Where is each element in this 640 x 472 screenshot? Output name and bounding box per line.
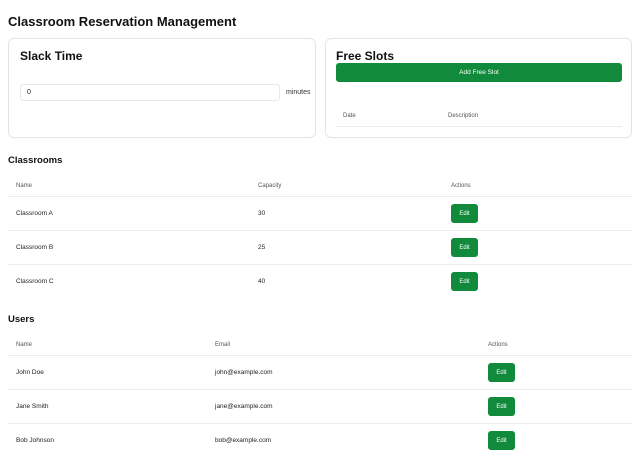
user-email: john@example.com — [215, 369, 273, 376]
free-slots-col-date: Date — [343, 113, 356, 119]
user-email: bob@example.com — [215, 437, 272, 444]
edit-classroom-button[interactable]: Edit — [451, 238, 478, 257]
classrooms-col-actions: Actions — [451, 183, 471, 189]
slack-time-input[interactable] — [20, 84, 280, 101]
user-name: John Doe — [16, 369, 44, 376]
user-email: jane@example.com — [215, 403, 273, 410]
page-title: Classroom Reservation Management — [8, 14, 237, 29]
free-slots-col-description: Description — [448, 113, 479, 119]
classrooms-table-header: Name Capacity Actions — [8, 173, 632, 197]
edit-user-button[interactable]: Edit — [488, 431, 515, 450]
classrooms-col-capacity: Capacity — [258, 183, 282, 189]
table-row: Jane Smith jane@example.com Edit — [8, 390, 632, 424]
edit-user-button[interactable]: Edit — [488, 397, 515, 416]
classroom-capacity: 25 — [258, 244, 266, 251]
table-row: Classroom B 25 Edit — [8, 231, 632, 265]
add-free-slot-button[interactable]: Add Free Slot — [336, 63, 622, 82]
slack-time-unit: minutes — [286, 89, 311, 96]
table-row: Bob Johnson bob@example.com Edit — [8, 424, 632, 458]
classroom-name: Classroom A — [16, 210, 53, 217]
free-slots-title: Free Slots — [336, 49, 395, 63]
users-table-header: Name Email Actions — [8, 332, 632, 356]
edit-classroom-button[interactable]: Edit — [451, 272, 478, 291]
table-row: Classroom C 40 Edit — [8, 265, 632, 299]
users-title: Users — [8, 314, 35, 325]
classrooms-table: Name Capacity Actions Classroom A 30 Edi… — [8, 173, 632, 299]
free-slots-header: Date Description — [336, 103, 622, 127]
classrooms-title: Classrooms — [8, 155, 63, 166]
classroom-name: Classroom B — [16, 244, 54, 251]
slack-time-card: Slack Time minutes — [8, 38, 316, 138]
user-name: Bob Johnson — [16, 437, 54, 444]
users-col-name: Name — [16, 342, 33, 348]
users-col-email: Email — [215, 342, 231, 348]
free-slots-card: Free Slots Add Free Slot Date Descriptio… — [325, 38, 632, 138]
users-table: Name Email Actions John Doe john@example… — [8, 332, 632, 458]
edit-classroom-button[interactable]: Edit — [451, 204, 478, 223]
slack-time-title: Slack Time — [20, 49, 83, 63]
users-col-actions: Actions — [488, 342, 508, 348]
table-row: Classroom A 30 Edit — [8, 197, 632, 231]
classroom-capacity: 40 — [258, 278, 266, 285]
classrooms-col-name: Name — [16, 183, 33, 189]
user-name: Jane Smith — [16, 403, 49, 410]
table-row: John Doe john@example.com Edit — [8, 356, 632, 390]
classroom-capacity: 30 — [258, 210, 266, 217]
edit-user-button[interactable]: Edit — [488, 363, 515, 382]
classroom-name: Classroom C — [16, 278, 54, 285]
